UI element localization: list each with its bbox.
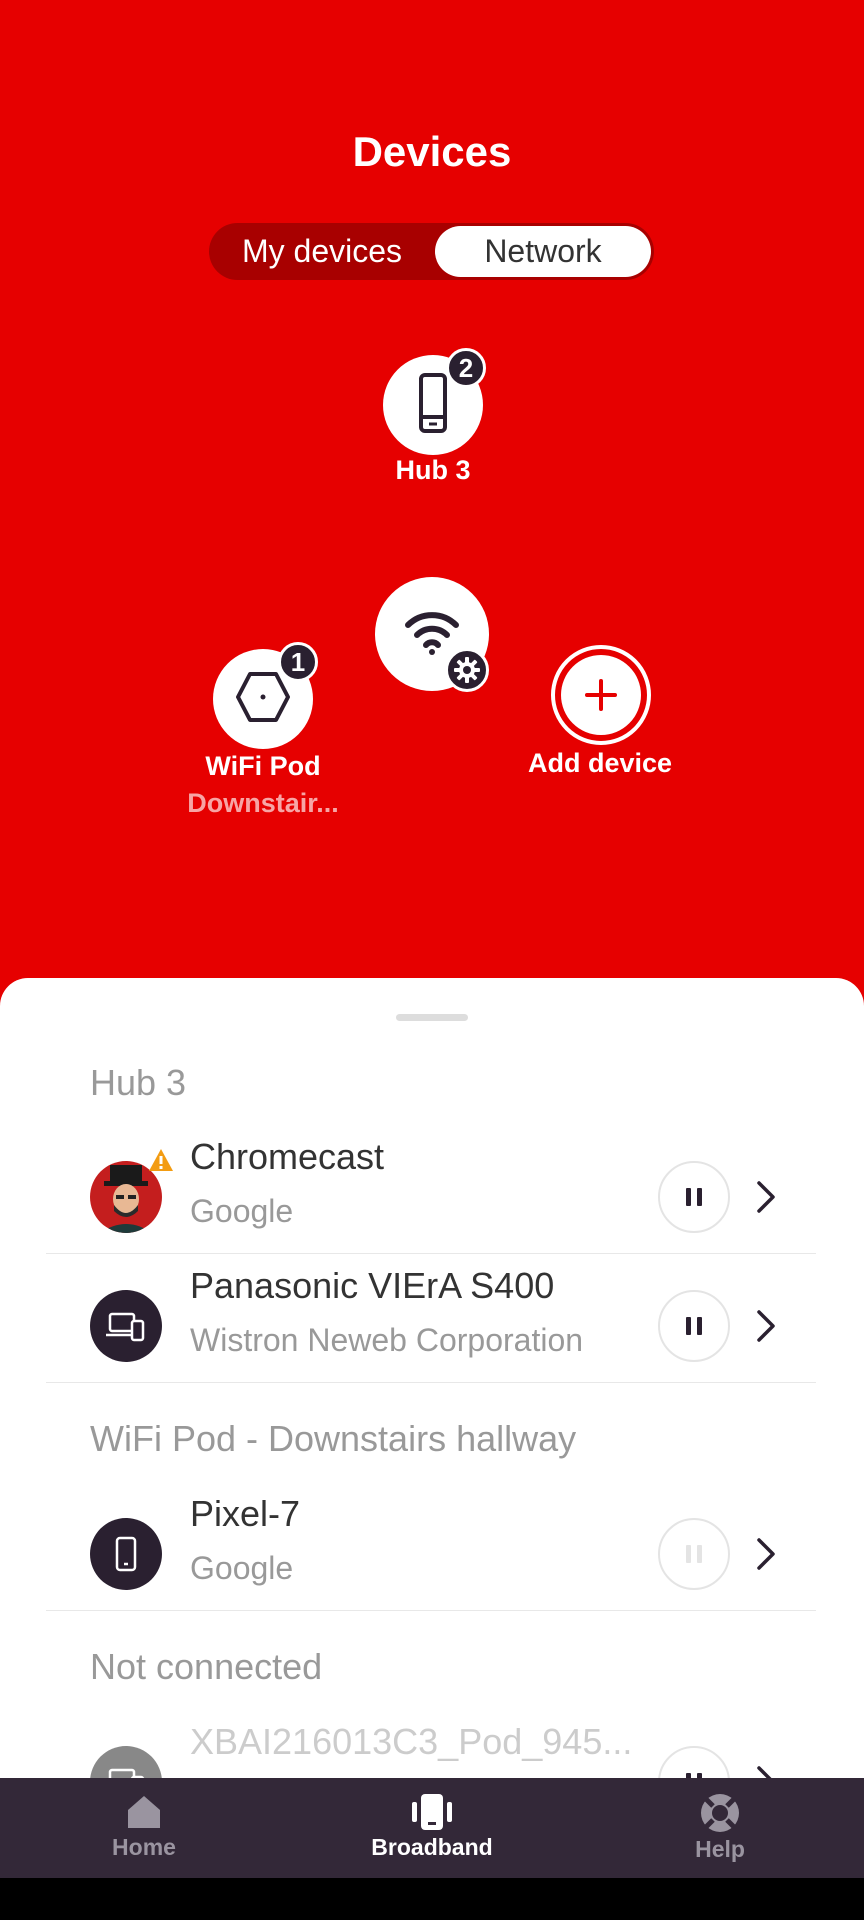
- device-name: Pixel-7: [190, 1493, 301, 1534]
- page-title: Devices: [352, 128, 512, 175]
- device-maker: Google: [190, 1550, 294, 1586]
- warning-icon: [148, 1148, 174, 1177]
- tab-network[interactable]: Network: [435, 226, 651, 277]
- device-name: XBAI216013C3_Pod_945...: [190, 1721, 633, 1762]
- plus-icon: [561, 655, 641, 735]
- broadband-icon: [412, 1794, 452, 1830]
- device-maker: Google: [190, 1193, 294, 1229]
- pause-button[interactable]: [658, 1290, 730, 1362]
- device-name: Panasonic VIErA S400: [190, 1265, 555, 1306]
- pause-button-disabled[interactable]: [658, 1518, 730, 1590]
- section-title-hub: Hub 3: [90, 1062, 187, 1103]
- view-toggle: My devices Network: [209, 223, 654, 280]
- hub-device-icon: [413, 371, 453, 440]
- tab-my-devices[interactable]: My devices: [212, 226, 432, 277]
- chevron-right-icon[interactable]: [746, 1303, 786, 1349]
- chevron-right-icon[interactable]: [746, 1531, 786, 1577]
- nav-help-label: Help: [695, 1836, 745, 1862]
- hub-label: Hub 3: [395, 455, 471, 485]
- pause-icon: [686, 1545, 702, 1563]
- hub-count-badge: 2: [446, 348, 486, 388]
- nav-broadband[interactable]: Broadband: [332, 1778, 532, 1878]
- nav-home-label: Home: [112, 1834, 176, 1860]
- smartphone-icon: [90, 1518, 162, 1590]
- lifebuoy-icon: [701, 1794, 739, 1832]
- add-device-button[interactable]: [551, 645, 651, 745]
- nav-home[interactable]: Home: [44, 1778, 244, 1878]
- hexagon-pod-icon: [235, 671, 291, 728]
- sheet-drag-handle[interactable]: [396, 1014, 468, 1021]
- chevron-right-icon[interactable]: [746, 1174, 786, 1220]
- pod-count-badge: 1: [278, 642, 318, 682]
- nav-broadband-label: Broadband: [371, 1834, 493, 1860]
- device-row-panasonic[interactable]: Panasonic VIErA S400 Wistron Neweb Corpo…: [46, 1255, 816, 1383]
- pause-icon: [686, 1317, 702, 1335]
- gear-icon[interactable]: [445, 648, 489, 692]
- device-maker: Wistron Neweb Corporation: [190, 1322, 584, 1358]
- pod-sublabel: Downstair...: [187, 788, 339, 818]
- home-icon: [128, 1796, 160, 1828]
- section-title-pod: WiFi Pod - Downstairs hallway: [90, 1418, 577, 1459]
- pod-label: WiFi Pod: [205, 751, 321, 781]
- system-nav-bar: [0, 1878, 864, 1920]
- bottom-nav: Home Broadband Help: [0, 1778, 864, 1878]
- add-device-label: Add device: [527, 748, 673, 778]
- pause-icon: [686, 1188, 702, 1206]
- device-row-chromecast[interactable]: Chromecast Google: [46, 1126, 816, 1254]
- device-list-sheet: Hub 3 Chromecast Google Panasonic VIErA: [0, 978, 864, 1818]
- laptop-phone-icon: [90, 1290, 162, 1362]
- device-row-pixel7[interactable]: Pixel-7 Google: [46, 1483, 816, 1611]
- section-title-not-connected: Not connected: [90, 1646, 323, 1687]
- nav-help[interactable]: Help: [620, 1778, 820, 1878]
- pause-button[interactable]: [658, 1161, 730, 1233]
- devices-screen: Devices My devices Network 2 Hub 3 1 WiF…: [0, 0, 864, 1920]
- device-name: Chromecast: [190, 1136, 385, 1177]
